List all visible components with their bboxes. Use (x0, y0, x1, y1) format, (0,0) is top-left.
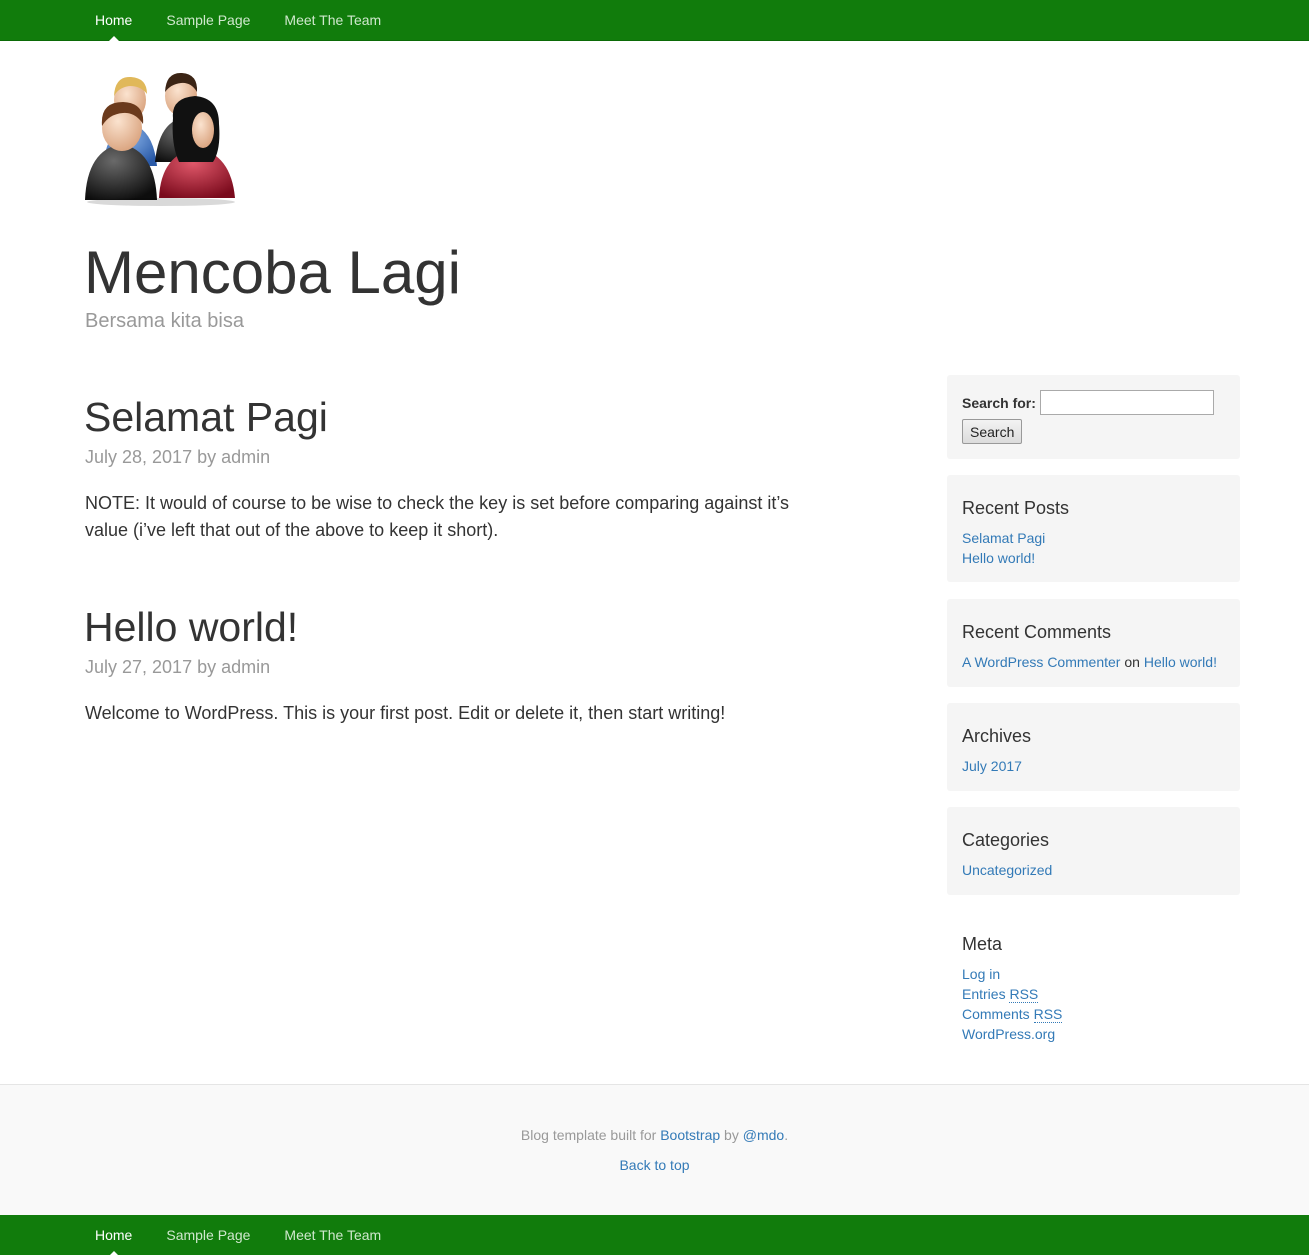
search-label: Search for: (962, 395, 1036, 411)
nav-sample-page[interactable]: Sample Page (149, 0, 267, 40)
footer-credit: Blog template built for Bootstrap by @md… (0, 1125, 1309, 1145)
post-title[interactable]: Hello world! (84, 604, 298, 650)
recent-comment-item: A WordPress Commenter on Hello world! (962, 652, 1217, 672)
comment-post-link[interactable]: Hello world! (1144, 654, 1217, 670)
nav-sample-page[interactable]: Sample Page (149, 1215, 267, 1255)
search-button[interactable]: Search (962, 419, 1023, 444)
post-title[interactable]: Selamat Pagi (84, 394, 328, 440)
recent-post-link[interactable]: Hello world! (962, 548, 1035, 568)
recent-comments-widget: Recent Comments A WordPress Commenter on… (947, 599, 1240, 687)
comment-on-text: on (1124, 654, 1140, 670)
widget-title: Archives (962, 726, 1032, 746)
meta-widget: Meta Log in Entries RSS Comments RSS Wor… (947, 911, 1240, 1051)
post-content: NOTE: It would of course to be wise to c… (85, 493, 790, 540)
comments-label: Comments (962, 1006, 1030, 1022)
top-nav-menu: Home Sample Page Meet The Team (78, 0, 398, 41)
footer-by: by (724, 1127, 739, 1143)
nav-meet-the-team[interactable]: Meet The Team (267, 1215, 398, 1255)
entries-label: Entries (962, 986, 1006, 1002)
widget-title: Recent Comments (962, 622, 1112, 642)
post-author: admin (221, 447, 271, 467)
footer: Blog template built for Bootstrap by @md… (0, 1084, 1309, 1216)
post-author: admin (221, 657, 271, 677)
rss-abbr: RSS (1009, 986, 1039, 1003)
archives-widget: Archives July 2017 (947, 703, 1240, 791)
comments-rss-link[interactable]: Comments RSS (962, 1004, 1063, 1024)
nav-home[interactable]: Home (78, 1215, 149, 1256)
categories-widget: Categories Uncategorized (947, 807, 1240, 895)
top-navbar: Home Sample Page Meet The Team (0, 0, 1309, 41)
mdo-link[interactable]: @mdo (743, 1127, 784, 1143)
bottom-nav-menu: Home Sample Page Meet The Team (78, 1215, 398, 1256)
site-title[interactable]: Mencoba Lagi (84, 238, 461, 308)
post-by: by (197, 657, 217, 677)
comment-author-link[interactable]: A WordPress Commenter (962, 654, 1120, 670)
back-to-top-link[interactable]: Back to top (619, 1157, 689, 1173)
bottom-navbar: Home Sample Page Meet The Team (0, 1215, 1309, 1256)
nav-home[interactable]: Home (78, 0, 149, 41)
post-by: by (197, 447, 217, 467)
widget-title: Categories (962, 830, 1050, 850)
post-date: July 27, 2017 (85, 657, 193, 677)
nav-meet-the-team[interactable]: Meet The Team (267, 0, 398, 40)
widget-title: Recent Posts (962, 498, 1070, 518)
recent-post-link[interactable]: Selamat Pagi (962, 528, 1045, 548)
post-meta: July 28, 2017 by admin (85, 446, 270, 468)
search-input[interactable] (1040, 390, 1214, 415)
footer-period: . (784, 1127, 789, 1143)
post-date: July 28, 2017 (85, 447, 193, 467)
bootstrap-link[interactable]: Bootstrap (660, 1127, 720, 1143)
category-link[interactable]: Uncategorized (962, 860, 1052, 880)
post-content: Welcome to WordPress. This is your first… (85, 703, 726, 723)
post-meta: July 27, 2017 by admin (85, 656, 270, 678)
search-widget: Search for: Search (947, 375, 1240, 459)
footer-prefix: Blog template built for (520, 1127, 657, 1143)
site-description: Bersama kita bisa (85, 310, 244, 332)
back-to-top-row: Back to top (0, 1155, 1309, 1175)
archive-link[interactable]: July 2017 (962, 756, 1022, 776)
team-people-icon[interactable] (85, 58, 237, 208)
entries-rss-link[interactable]: Entries RSS (962, 984, 1039, 1004)
recent-posts-widget: Recent Posts Selamat Pagi Hello world! (947, 475, 1240, 582)
widget-title: Meta (962, 934, 1003, 954)
wordpress-org-link[interactable]: WordPress.org (962, 1024, 1055, 1044)
log-in-link[interactable]: Log in (962, 964, 1000, 984)
rss-abbr: RSS (1033, 1006, 1063, 1023)
